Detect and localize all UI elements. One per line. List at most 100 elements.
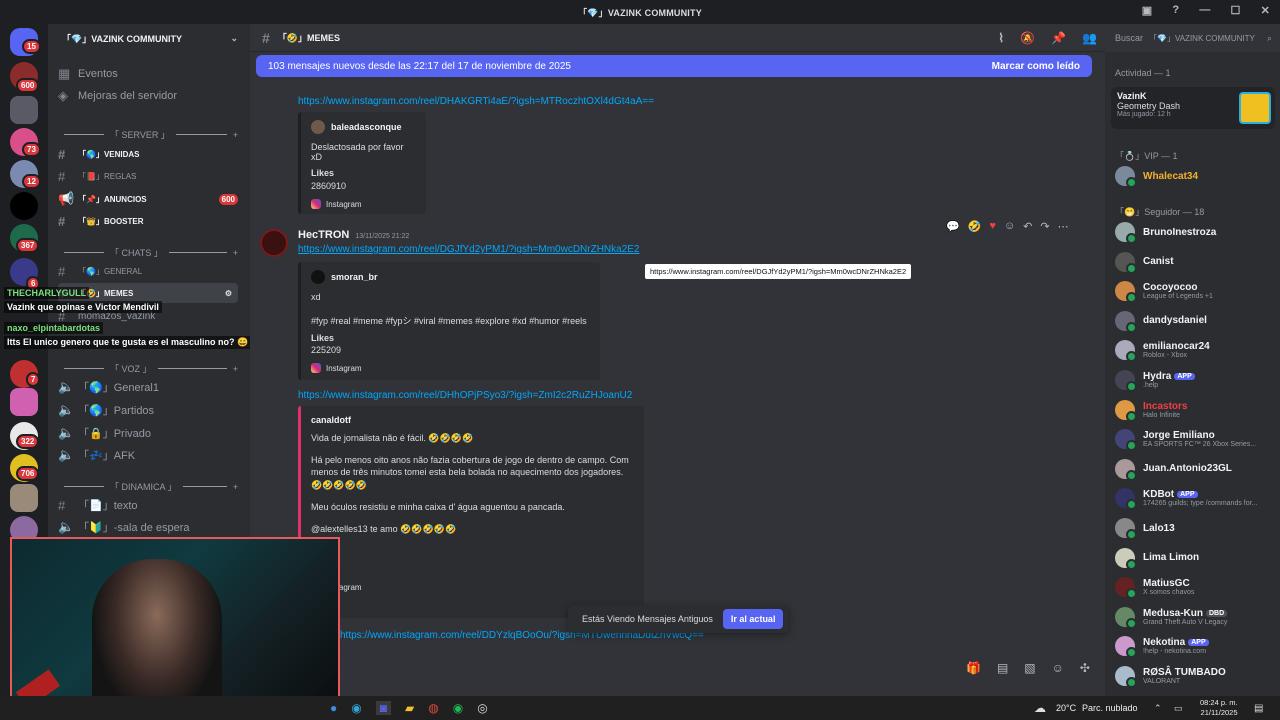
help-icon[interactable]: ? <box>1172 4 1179 17</box>
category-dinamica[interactable]: 「 DINAMICA 」 + <box>58 480 238 493</box>
clock[interactable]: 08:24 p. m. 21/11/2025 <box>1200 698 1238 718</box>
user-avatar[interactable] <box>260 229 288 257</box>
member-name: BrunoInestroza <box>1143 226 1217 238</box>
voice-channel-afk[interactable]: 🔈 「💤」AFK <box>58 445 238 465</box>
close-button[interactable]: ✕ <box>1261 4 1270 17</box>
member-item[interactable]: Whalecat34 <box>1115 166 1275 188</box>
weather-desc[interactable]: Parc. nublado <box>1082 703 1138 713</box>
sticker-icon[interactable]: ▧ <box>1024 661 1035 675</box>
tray-chevron-icon[interactable]: ⌃ <box>1154 703 1162 714</box>
channel-general[interactable]: # 「🌎」GENERAL <box>58 261 238 281</box>
category-chats[interactable]: 「 CHATS 」 + <box>58 246 238 259</box>
voice-channel-espera[interactable]: 🔈 「🔰」-sala de espera <box>58 517 238 537</box>
explorer-icon[interactable]: ▰ <box>405 701 414 715</box>
boosts-link[interactable]: ◈ Mejoras del servidor <box>58 86 238 106</box>
member-item[interactable]: dandysdaniel <box>1115 310 1275 333</box>
add-channel-icon[interactable]: + <box>233 248 238 258</box>
mark-read-button[interactable]: Marcar como leído <box>992 61 1080 72</box>
member-item[interactable]: Incastors Halo Infinite <box>1115 399 1275 422</box>
channel-venidas[interactable]: # 「🌎」VENIDAS <box>58 144 238 164</box>
voice-channel-partidos[interactable]: 🔈 「🌎」Partidos <box>58 400 238 420</box>
more-icon[interactable]: ⋯ <box>1058 220 1069 233</box>
channel-label: 「📕」REGLAS <box>78 171 137 181</box>
search-icon[interactable]: ⌕ <box>1267 33 1272 44</box>
message-author[interactable]: HecTRON <box>298 229 349 241</box>
category-server[interactable]: 「 SERVER 」 + <box>58 128 238 141</box>
server-badge: 600 <box>16 78 40 93</box>
gif-icon[interactable]: ▤ <box>997 661 1008 675</box>
tiktok-server-icon[interactable] <box>10 192 38 220</box>
activity-card[interactable]: VazinK Geometry Dash Más jugado: 12 h <box>1111 87 1275 129</box>
member-item[interactable]: BrunoInestroza <box>1115 222 1275 244</box>
gear-icon[interactable]: ⚙ <box>225 289 232 298</box>
member-item[interactable]: Lalo13 <box>1115 518 1275 540</box>
member-name-row: Jorge Emiliano <box>1143 430 1256 441</box>
pin-icon[interactable]: 📌 <box>1051 31 1066 45</box>
inbox-icon[interactable]: ▣ <box>1142 4 1153 17</box>
jump-present-button[interactable]: Ir al actual <box>722 609 784 629</box>
channel-anuncios[interactable]: 📢 「📌」ANUNCIOS 600 <box>58 189 238 209</box>
category-voz[interactable]: 「 VOZ 」 + <box>58 362 238 375</box>
member-item[interactable]: Juan.Antonio23GL <box>1115 458 1275 481</box>
maximize-button[interactable]: ☐ <box>1231 4 1241 17</box>
add-channel-icon[interactable]: + <box>233 130 238 140</box>
reaction-icon[interactable]: 💬 <box>946 220 960 233</box>
add-channel-icon[interactable]: + <box>233 364 238 374</box>
member-tag: APP <box>1188 639 1209 647</box>
member-item[interactable]: Cocoyocoo League of Legends +1 <box>1115 281 1275 304</box>
members-icon[interactable]: 👥 <box>1082 31 1097 45</box>
threads-icon[interactable]: ⌇ <box>998 31 1004 45</box>
member-item[interactable]: Canist <box>1115 251 1275 274</box>
member-item[interactable]: emilianocar24 Roblox - Xbox <box>1115 340 1275 363</box>
app-icon[interactable]: ● <box>330 701 337 715</box>
events-link[interactable]: ▦ Eventos <box>58 64 238 84</box>
reply-icon[interactable]: ↶ <box>1023 220 1032 233</box>
spotify-icon[interactable]: ◉ <box>453 701 463 715</box>
message-link[interactable]: https://www.instagram.com/reel/DHAKGRTi4… <box>298 96 654 107</box>
member-item[interactable]: KDBot APP 174265 guilds; type /commands fo… <box>1115 488 1275 511</box>
server-header[interactable]: 「💎」VAZINK COMMUNITY ⌄ <box>48 24 250 52</box>
message-link[interactable]: https://www.instagram.com/reel/DHhOPjPSy… <box>298 390 632 401</box>
new-messages-bar[interactable]: 103 mensajes nuevos desde las 22:17 del … <box>256 55 1092 77</box>
add-channel-icon[interactable]: + <box>233 482 238 492</box>
server-icon[interactable] <box>10 388 38 416</box>
notification-icon[interactable]: ▤ <box>1254 703 1263 714</box>
mute-icon[interactable]: 🔕 <box>1020 31 1035 45</box>
add-reaction-icon[interactable]: ☺ <box>1004 220 1015 233</box>
search-bar[interactable]: Buscar 「💎」VAZINK COMMUNITY ⌕ <box>1105 24 1280 52</box>
member-item[interactable]: Medusa-Kun DBD Grand Theft Auto V Legacy <box>1115 606 1275 629</box>
voice-channel-general1[interactable]: 🔈 「🌎」General1 <box>58 377 238 397</box>
minimize-button[interactable]: — <box>1199 4 1210 17</box>
obs-icon[interactable]: ◎ <box>477 701 487 715</box>
channel-texto[interactable]: # 「📄」texto <box>58 495 238 515</box>
server-icon[interactable] <box>10 484 38 512</box>
member-item[interactable]: Nekotina APP !help - nekotina.com <box>1115 636 1275 659</box>
old-messages-toast: Estás Viendo Mensajes Antiguos Ir al act… <box>568 605 790 633</box>
heart-reaction-icon[interactable]: ♥ <box>989 220 996 233</box>
edge-icon[interactable]: ◉ <box>351 701 361 715</box>
chevron-down-icon[interactable]: ⌄ <box>230 33 238 44</box>
member-item[interactable]: Jorge Emiliano EA SPORTS FC™ 26 Xbox Seri… <box>1115 429 1275 452</box>
member-name: Medusa-Kun <box>1143 607 1203 619</box>
toast-text: Estás Viendo Mensajes Antiguos <box>582 614 713 624</box>
member-status: VALORANT <box>1143 678 1181 685</box>
forward-icon[interactable]: ↷ <box>1040 220 1049 233</box>
chrome-icon[interactable]: ◍ <box>428 701 438 715</box>
member-item[interactable]: RØSÂ TUMBADO VALORANT <box>1115 666 1275 688</box>
discord-taskbar-icon[interactable]: ◙ <box>375 701 391 715</box>
server-icon[interactable] <box>10 96 38 124</box>
laugh-reaction-icon[interactable]: 🤣 <box>968 220 982 233</box>
channel-booster[interactable]: # 「👑」BOOSTER <box>58 211 238 231</box>
apps-icon[interactable]: ✣ <box>1080 661 1090 675</box>
emoji-icon[interactable]: ☺ <box>1052 661 1064 675</box>
member-item[interactable]: Lima Limon <box>1115 547 1275 570</box>
member-item[interactable]: Hydra APP .help <box>1115 370 1275 392</box>
message-link[interactable]: https://www.instagram.com/reel/DGJfYd2yP… <box>298 244 640 255</box>
gift-icon[interactable]: 🎁 <box>966 661 981 675</box>
member-item[interactable]: MatiusGC X somos chavos <box>1115 577 1275 600</box>
network-icon[interactable]: ▭ <box>1174 703 1183 714</box>
chat-message: Itts El unico genero que te gusta es el … <box>7 337 249 347</box>
channel-reglas[interactable]: # 「📕」REGLAS <box>58 166 238 186</box>
weather-temp[interactable]: 20°C <box>1056 703 1076 713</box>
voice-channel-privado[interactable]: 🔈 「🔒」Privado <box>58 423 238 443</box>
